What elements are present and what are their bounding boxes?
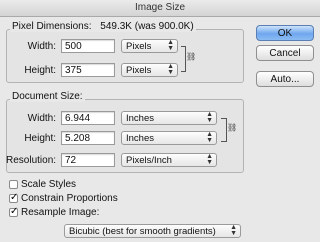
- pixel-width-unit-value: Pixels: [126, 41, 152, 52]
- doc-width-input[interactable]: 6.944: [61, 111, 115, 125]
- pixel-height-unit-select[interactable]: Pixels ▲ ▼: [121, 63, 178, 77]
- doc-height-unit-value: Inches: [126, 133, 154, 144]
- doc-height-unit-select[interactable]: Inches ▲ ▼: [121, 131, 217, 145]
- cancel-button[interactable]: Cancel: [256, 45, 314, 61]
- updown-arrows-icon: ▲ ▼: [230, 224, 237, 237]
- constrain-proportions-checkbox[interactable]: [9, 192, 18, 203]
- updown-arrows-icon: ▲ ▼: [206, 111, 213, 124]
- updown-arrows-icon: ▲ ▼: [206, 131, 213, 144]
- ok-button[interactable]: OK: [256, 25, 314, 41]
- doc-width-unit-value: Inches: [126, 113, 154, 124]
- doc-width-unit-select[interactable]: Inches ▲ ▼: [121, 111, 217, 125]
- pixel-width-label: Width:: [27, 41, 56, 52]
- pixel-width-input[interactable]: 500: [61, 39, 115, 53]
- resolution-input[interactable]: 72: [61, 153, 115, 167]
- pixel-width-unit-select[interactable]: Pixels ▲ ▼: [121, 39, 178, 53]
- scale-styles-checkbox[interactable]: [9, 180, 18, 189]
- updown-arrows-icon: ▲ ▼: [167, 39, 174, 52]
- resample-image-label[interactable]: Resample Image:: [21, 207, 99, 218]
- window-title: Image Size: [134, 2, 186, 13]
- updown-arrows-icon: ▲ ▼: [167, 63, 174, 76]
- resolution-unit-select[interactable]: Pixels/Inch ▲ ▼: [121, 153, 217, 167]
- updown-arrows-icon: ▲ ▼: [206, 153, 213, 166]
- title-bar: Image Size: [0, 0, 320, 17]
- chain-link-icon[interactable]: ⛓: [186, 52, 196, 61]
- resample-image-checkbox[interactable]: [9, 206, 18, 217]
- pixel-dimensions-label: Pixel Dimensions: 549.3K (was 900.0K): [10, 21, 196, 32]
- constrain-proportions-label[interactable]: Constrain Proportions: [21, 193, 118, 204]
- scale-styles-label[interactable]: Scale Styles: [21, 179, 76, 190]
- pixel-height-label: Height:: [24, 65, 56, 76]
- resolution-unit-value: Pixels/Inch: [126, 155, 172, 166]
- doc-width-label: Width:: [27, 113, 56, 124]
- pixel-height-input[interactable]: 375: [61, 63, 115, 77]
- pixel-dimensions-size: 549.3K (was 900.0K): [100, 21, 194, 32]
- resolution-label: Resolution:: [6, 155, 57, 166]
- resample-method-select[interactable]: Bicubic (best for smooth gradients) ▲ ▼: [64, 224, 241, 238]
- chain-link-icon[interactable]: ⛓: [227, 123, 237, 132]
- doc-height-label: Height:: [24, 133, 56, 144]
- resample-method-value: Bicubic (best for smooth gradients): [69, 226, 216, 237]
- document-size-label: Document Size:: [10, 91, 85, 102]
- pixel-height-unit-value: Pixels: [126, 65, 152, 76]
- auto-button[interactable]: Auto...: [256, 71, 314, 87]
- doc-height-input[interactable]: 5.208: [61, 131, 115, 145]
